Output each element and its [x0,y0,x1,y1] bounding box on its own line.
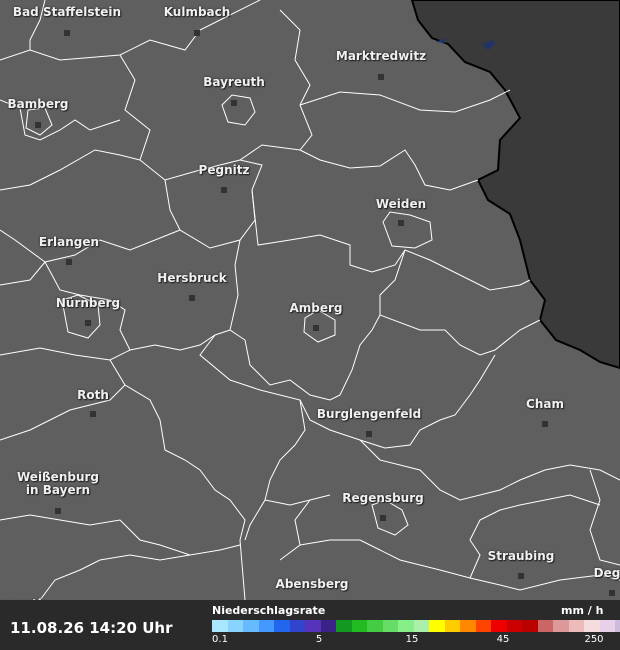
legend-swatch [599,620,615,632]
city-marker [85,320,91,326]
legend-swatch [444,620,460,632]
city-label: Deg [593,566,620,580]
city-label: Hersbruck [157,271,227,285]
legend-swatch [243,620,259,632]
legend-color-scale [212,620,620,632]
city-label: Weiden [375,197,427,211]
city-marker [189,295,195,301]
city-marker [55,508,61,514]
legend-swatch [227,620,243,632]
legend-swatch [212,620,228,632]
legend-swatch [274,620,290,632]
city-marker [378,74,384,80]
legend-swatch [568,620,584,632]
legend-tick-label: 15 [405,634,419,645]
city-marker [194,30,200,36]
city-marker [64,30,70,36]
city-label: Amberg [289,301,343,315]
legend-swatch [460,620,476,632]
legend-swatch [429,620,445,632]
legend-swatch [537,620,553,632]
legend-tick-label: 250 [584,634,604,645]
city-label: Nürnberg [55,296,121,310]
legend-swatch [258,620,274,632]
city-label: Marktredwitz [335,49,427,63]
legend-swatch [506,620,522,632]
legend-swatch [336,620,352,632]
city-marker [518,573,524,579]
legend-swatch [491,620,507,632]
city-label: Bamberg [7,97,69,111]
city-marker [35,122,41,128]
legend-swatch [320,620,336,632]
legend-tick-label: 45 [496,634,510,645]
city-label: Pegnitz [198,163,250,177]
legend-swatch [382,620,398,632]
legend-swatch [398,620,414,632]
legend-swatch [615,620,620,632]
timestamp: 11.08.26 14:20 Uhr [10,619,173,637]
city-marker [90,411,96,417]
city-label: Regensburg [342,491,424,505]
legend-tick-label: 5 [315,634,323,645]
legend-swatch [305,620,321,632]
city-marker [542,421,548,427]
city-label: Abensberg [275,577,349,591]
city-label: Bad Staffelstein [12,5,122,19]
city-marker [221,187,227,193]
legend-swatch [289,620,305,632]
city-label: Burglengenfeld [316,407,422,421]
city-marker [380,515,386,521]
city-marker [366,431,372,437]
legend-swatch [475,620,491,632]
legend-swatch [351,620,367,632]
city-label: Straubing [487,549,555,563]
legend-swatch [367,620,383,632]
legend-swatch [584,620,600,632]
city-marker [313,325,319,331]
city-label: Erlangen [38,235,100,249]
city-marker [398,220,404,226]
legend-swatch [413,620,429,632]
city-label: Bayreuth [203,75,265,89]
legend-title: Niederschlagsrate [212,604,326,617]
city-label: Cham [526,397,564,411]
city-label: Weißenburg in Bayern [16,470,100,497]
city-marker [231,100,237,106]
city-label: Roth [77,388,109,402]
legend-swatch [522,620,538,632]
city-label: Kulmbach [163,5,231,19]
city-marker [609,590,615,596]
city-marker [66,259,72,265]
legend-swatch [553,620,569,632]
legend-unit: mm / h [561,604,604,617]
legend-tick-label: 0.1 [212,634,228,645]
